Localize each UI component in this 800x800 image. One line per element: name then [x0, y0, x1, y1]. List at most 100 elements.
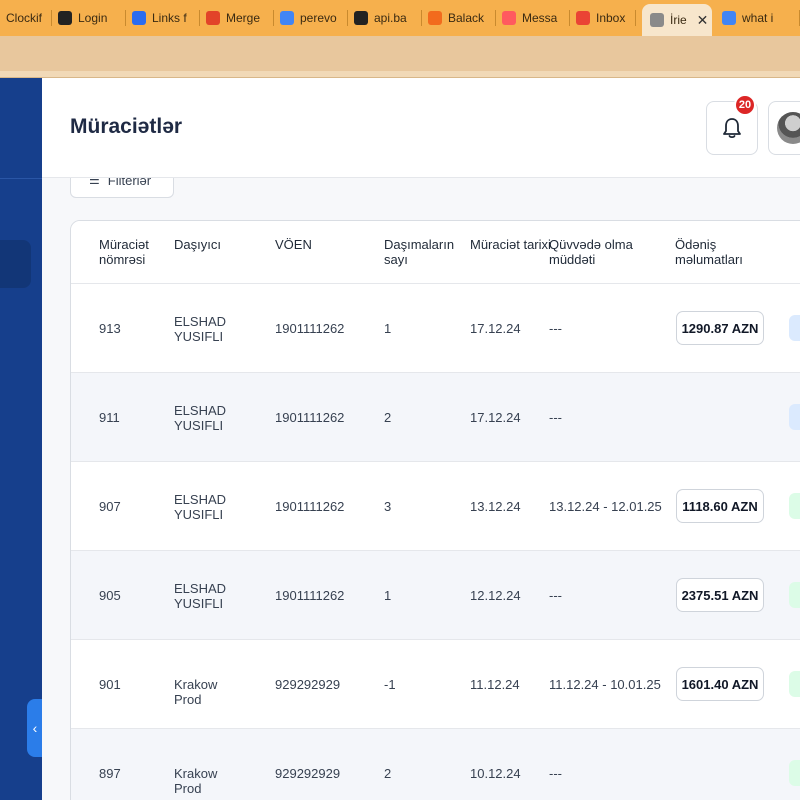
browser-tab-label: Inbox: [596, 11, 626, 25]
browser-tab-bar: Clockif Login Links f Merge perevo api.ba Bala…: [0, 0, 800, 36]
table-row[interactable]: 913 ELSHAD YUSIFLI 1901111262 1 17.12.24 --- 1…: [71, 284, 800, 373]
profile-button[interactable]: [768, 101, 800, 155]
page-title: Müraciətlər: [70, 115, 183, 138]
browser-toolbar: [0, 36, 800, 78]
avatar: [777, 112, 800, 144]
status-badge: [789, 493, 800, 519]
notification-count-badge: 20: [734, 94, 756, 116]
browser-tab-label: Clockif: [6, 11, 43, 25]
tab-separator: [51, 10, 52, 26]
table-row[interactable]: 907 ELSHAD YUSIFLI 1901111262 3 13.12.24 13.1…: [71, 462, 800, 551]
tab-separator: [421, 10, 422, 26]
status-badge: [789, 760, 800, 786]
browser-tab[interactable]: İrie ✕: [642, 4, 712, 36]
table-row[interactable]: 897 Krakow Prod 929292929 2 10.12.24 ---: [71, 729, 800, 800]
carrier-name: ELSHAD YUSIFLI: [174, 403, 227, 433]
status-badge: [789, 404, 800, 430]
payment-amount-button[interactable]: 2375.51 AZN: [676, 578, 764, 612]
globe-icon: [650, 13, 664, 27]
close-tab-icon[interactable]: ✕: [697, 12, 709, 29]
application-date: 11.12.24: [470, 677, 520, 692]
google-icon: [280, 11, 294, 25]
tab-separator: [125, 10, 126, 26]
chevron-left-icon: ‹: [32, 720, 38, 736]
browser-tab[interactable]: Balack: [428, 6, 496, 30]
validity-period: 13.12.24 - 12.01.25: [549, 499, 662, 514]
status-badge: [789, 582, 800, 608]
ball-icon: [428, 11, 442, 25]
application-number: 901: [99, 677, 121, 692]
application-number: 905: [99, 588, 121, 603]
application-date: 17.12.24: [470, 321, 521, 336]
shipment-count: 2: [384, 766, 392, 781]
browser-tab-label: Messa: [522, 11, 558, 25]
browser-tab[interactable]: Merge: [206, 6, 274, 30]
sidebar: [0, 78, 42, 800]
validity-period: ---: [549, 321, 562, 336]
tab-separator: [273, 10, 274, 26]
table-row[interactable]: 905 ELSHAD YUSIFLI 1901111262 1 12.12.24 --- 2…: [71, 551, 800, 640]
browser-tab[interactable]: what i: [722, 6, 800, 30]
validity-period: 11.12.24 - 10.01.25: [549, 677, 661, 692]
sidebar-collapse-button[interactable]: ‹: [27, 699, 43, 757]
column-header: VÖEN: [275, 237, 312, 252]
shipment-count: -1: [384, 677, 396, 692]
shipment-count: 1: [384, 321, 392, 336]
openai-icon: [58, 11, 72, 25]
payment-amount-button[interactable]: 1290.87 AZN: [676, 311, 764, 345]
voen-value: 1901111262: [275, 588, 345, 603]
tab-separator: [635, 10, 636, 26]
docs-icon: [132, 11, 146, 25]
tab-separator: [495, 10, 496, 26]
google-icon: [722, 11, 736, 25]
application-date: 17.12.24: [470, 410, 521, 425]
browser-tab[interactable]: Messa: [502, 6, 570, 30]
sidebar-item-active[interactable]: [0, 240, 31, 288]
tab-separator: [199, 10, 200, 26]
column-header: Ödəniş məlumatları: [675, 237, 743, 267]
gitlab-icon: [206, 11, 220, 25]
browser-tab[interactable]: Links f: [132, 6, 200, 30]
shipment-count: 2: [384, 410, 392, 425]
carrier-name: ELSHAD YUSIFLI: [174, 492, 227, 522]
application-date: 13.12.24: [470, 499, 521, 514]
payment-amount-button[interactable]: 1118.60 AZN: [676, 489, 764, 523]
browser-tab-label: Login: [78, 11, 108, 25]
voen-value: 1901111262: [275, 499, 345, 514]
validity-period: ---: [549, 766, 562, 781]
carrier-name: Krakow Prod: [174, 677, 218, 707]
gmail-icon: [576, 11, 590, 25]
browser-tab-label: api.ba: [374, 11, 407, 25]
browser-tab-label: Links f: [152, 11, 187, 25]
voen-value: 1901111262: [275, 410, 345, 425]
tab-separator: [347, 10, 348, 26]
table-row[interactable]: 911 ELSHAD YUSIFLI 1901111262 2 17.12.24 ---: [71, 373, 800, 462]
tab-separator: [569, 10, 570, 26]
table-row[interactable]: 901 Krakow Prod 929292929 -1 11.12.24 11.12.2…: [71, 640, 800, 729]
validity-period: ---: [549, 588, 562, 603]
browser-tab[interactable]: Clockif: [6, 6, 52, 30]
shipment-count: 1: [384, 588, 392, 603]
github-icon: [354, 11, 368, 25]
browser-tab[interactable]: perevo: [280, 6, 348, 30]
main-content: Müraciətlər 20 ⚌ Filterlər Müraciət nömr…: [42, 78, 800, 800]
voen-value: 929292929: [275, 677, 341, 692]
bell-icon: [723, 118, 741, 139]
column-header: Daşımaların sayı: [384, 237, 455, 267]
application-number: 907: [99, 499, 121, 514]
browser-tab[interactable]: Login: [58, 6, 126, 30]
browser-tab-label: what i: [742, 11, 774, 25]
payment-amount-button[interactable]: 1601.40 AZN: [676, 667, 764, 701]
sidebar-divider: [0, 178, 42, 179]
browser-tab-label: İrie: [670, 13, 687, 27]
carrier-name: ELSHAD YUSIFLI: [174, 314, 227, 344]
airbnb-icon: [502, 11, 516, 25]
column-header: Daşıyıcı: [174, 237, 221, 252]
browser-tab[interactable]: api.ba: [354, 6, 422, 30]
page-header: Müraciətlər 20: [42, 78, 800, 178]
applications-table: Müraciət nömrəsi Daşıyıcı VÖEN Daşımaların …: [70, 220, 800, 800]
table-header: Müraciət nömrəsi Daşıyıcı VÖEN Daşımaların …: [71, 221, 800, 284]
application-date: 10.12.24: [470, 766, 521, 781]
voen-value: 929292929: [275, 766, 341, 781]
browser-tab[interactable]: Inbox: [576, 6, 636, 30]
